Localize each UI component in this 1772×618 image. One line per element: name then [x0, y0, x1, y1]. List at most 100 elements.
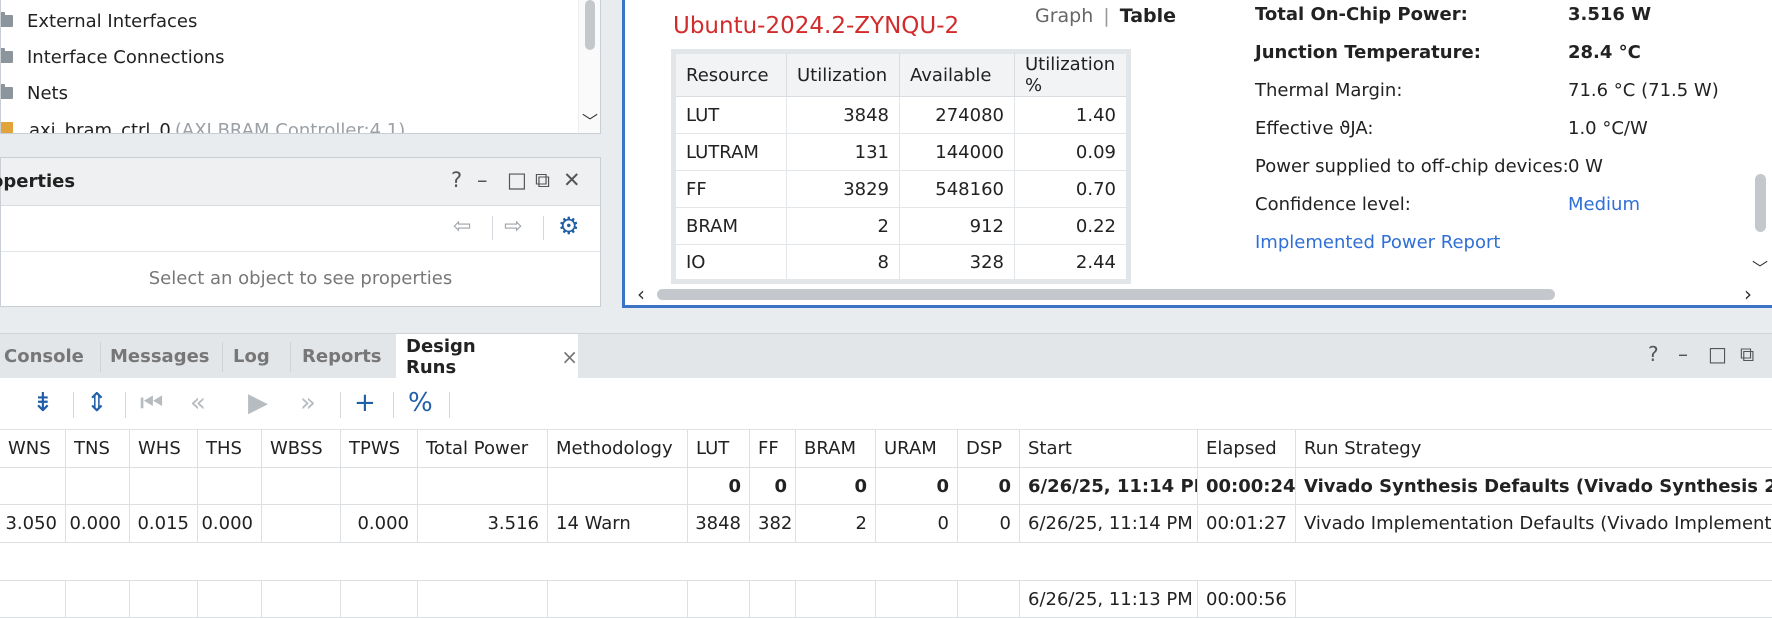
summary-value: 1.0 °C/W [1568, 118, 1648, 139]
graph-toggle[interactable]: Graph [1035, 5, 1093, 27]
hierarchy-item-label: External Interfaces [27, 10, 198, 32]
float-icon[interactable]: ⧉ [1740, 342, 1754, 366]
arrow-left-icon[interactable]: ⇦ [453, 214, 471, 239]
table-toggle[interactable]: Table [1120, 5, 1176, 27]
tab-messages[interactable]: Messages [110, 334, 220, 379]
column-header[interactable]: TPWS [341, 430, 418, 467]
column-header[interactable]: BRAM [796, 430, 876, 467]
column-header[interactable]: WBSS [262, 430, 341, 467]
table-cell: BRAM [673, 207, 787, 245]
column-header[interactable]: THS [198, 430, 262, 467]
table-cell [341, 468, 418, 504]
fast-forward-icon[interactable]: » [300, 388, 316, 418]
tab-console[interactable]: Console [4, 334, 98, 379]
column-header[interactable]: Total Power [418, 430, 548, 467]
maximize-icon[interactable]: □ [507, 168, 527, 192]
table-row[interactable]: 3.050 0.000 0.015 0.000 0.000 3.516 14 W… [0, 505, 1772, 543]
tab-log[interactable]: Log [233, 334, 289, 379]
arrow-right-icon[interactable]: ⇨ [504, 214, 522, 239]
hierarchy-item-external-interfaces[interactable]: External Interfaces [1, 4, 197, 38]
column-header[interactable]: TNS [66, 430, 130, 467]
offchip-power: Power supplied to off-chip devices: 0 W [1255, 156, 1603, 177]
play-icon[interactable]: ▶ [248, 388, 268, 418]
column-header[interactable]: Elapsed [1198, 430, 1296, 467]
close-icon[interactable]: ✕ [563, 168, 581, 192]
table-row: IO 8 328 2.44 [673, 244, 1129, 282]
hierarchy-vscrollbar[interactable]: ﹀ [578, 0, 600, 133]
gear-icon[interactable]: ⚙ [558, 212, 580, 240]
scrollbar-thumb[interactable] [585, 0, 595, 50]
power-hscrollbar[interactable]: ‹ › [631, 282, 1772, 305]
expand-all-icon[interactable]: ⇕ [86, 388, 108, 418]
table-cell: 00:00:24 [1198, 468, 1296, 504]
confidence-link[interactable]: Medium [1568, 194, 1640, 215]
table-cell: 912 [899, 207, 1015, 245]
tab-reports[interactable]: Reports [302, 334, 394, 379]
maximize-icon[interactable]: □ [1708, 342, 1727, 366]
hierarchy-item-label: axi_bram_ctrl_0 [29, 119, 171, 134]
table-row[interactable] [0, 543, 1772, 580]
column-header[interactable]: Run Strategy [1296, 430, 1772, 467]
close-icon[interactable]: × [561, 345, 578, 369]
percent-icon[interactable]: % [408, 388, 433, 418]
help-icon[interactable]: ? [451, 168, 462, 192]
power-report-link[interactable]: Implemented Power Report [1255, 232, 1500, 253]
effective-theta-ja: Effective ϑJA: 1.0 °C/W [1255, 118, 1648, 139]
table-cell: 382 [750, 505, 796, 542]
hierarchy-item-nets[interactable]: Nets [1, 76, 68, 110]
table-cell [0, 581, 66, 617]
table-row[interactable]: 6/26/25, 11:13 PM 00:00:56 [0, 580, 1772, 618]
table-cell: 131 [786, 133, 900, 171]
expand-icon[interactable]: ˌ [0, 386, 1, 416]
column-header[interactable]: Start [1020, 430, 1198, 467]
chevron-down-icon[interactable]: ﹀ [582, 108, 598, 132]
hierarchy-item-axi-bram-ctrl[interactable]: axi_bram_ctrl_0 (AXI BRAM Controller:4.1… [1, 115, 405, 134]
table-cell: 00:00:56 [1198, 581, 1296, 617]
add-run-icon[interactable]: + [354, 388, 376, 418]
column-header[interactable]: WNS [0, 430, 66, 467]
properties-empty-message: Select an object to see properties [148, 268, 453, 289]
junction-temperature: Junction Temperature: 28.4 °C [1255, 42, 1641, 63]
rewind-icon[interactable]: « [190, 388, 206, 418]
scrollbar-thumb[interactable] [657, 289, 1555, 300]
table-cell: Vivado Synthesis Defaults (Vivado Synthe… [1304, 475, 1772, 497]
column-header[interactable]: LUT [688, 430, 750, 467]
table-cell: 328 [899, 244, 1015, 282]
minimize-icon[interactable]: – [477, 168, 488, 192]
hierarchy-item-label: Nets [27, 82, 68, 104]
toolbar-divider [125, 392, 126, 418]
column-header[interactable]: URAM [876, 430, 958, 467]
table-row[interactable]: 0 0 0 0 0 6/26/25, 11:14 PM 00:00:24 Viv… [0, 468, 1772, 505]
folder-icon [1, 12, 13, 27]
properties-toolbar: ⇦ ⇨ ⚙ [1, 206, 600, 252]
table-cell: 0.70 [1014, 170, 1129, 208]
minimize-icon[interactable]: – [1678, 342, 1688, 366]
power-vscrollbar-thumb[interactable] [1755, 174, 1766, 232]
table-cell [262, 581, 341, 617]
total-power: Total On-Chip Power: 3.516 W [1255, 4, 1651, 25]
table-cell: 0 [876, 468, 958, 504]
ip-block-icon [1, 122, 13, 133]
table-cell [876, 581, 958, 617]
hierarchy-item-interface-connections[interactable]: Interface Connections [1, 40, 225, 74]
float-icon[interactable]: ⧉ [535, 168, 550, 193]
collapse-all-icon[interactable]: ⇟ [32, 388, 54, 418]
column-header[interactable]: FF [750, 430, 796, 467]
table-cell [548, 468, 688, 504]
chevron-left-icon[interactable]: ‹ [637, 282, 645, 305]
design-runs-table: WNS TNS WHS THS WBSS TPWS Total Power Me… [0, 430, 1772, 618]
table-cell: FF [673, 170, 787, 208]
table-cell [198, 581, 262, 617]
first-icon[interactable]: ⏮ [140, 388, 163, 419]
column-header[interactable]: Methodology [548, 430, 688, 467]
chevron-right-icon[interactable]: › [1744, 282, 1752, 305]
table-cell [1296, 581, 1772, 617]
table-cell: 0.000 [341, 505, 418, 542]
table-cell: 0 [958, 505, 1020, 542]
help-icon[interactable]: ? [1648, 342, 1659, 366]
column-header[interactable]: WHS [130, 430, 198, 467]
column-header[interactable]: DSP [958, 430, 1020, 467]
tab-design-runs[interactable]: Design Runs × [396, 334, 578, 380]
chevron-down-icon[interactable]: ﹀ [1752, 255, 1768, 279]
tab-label: Log [233, 346, 270, 367]
